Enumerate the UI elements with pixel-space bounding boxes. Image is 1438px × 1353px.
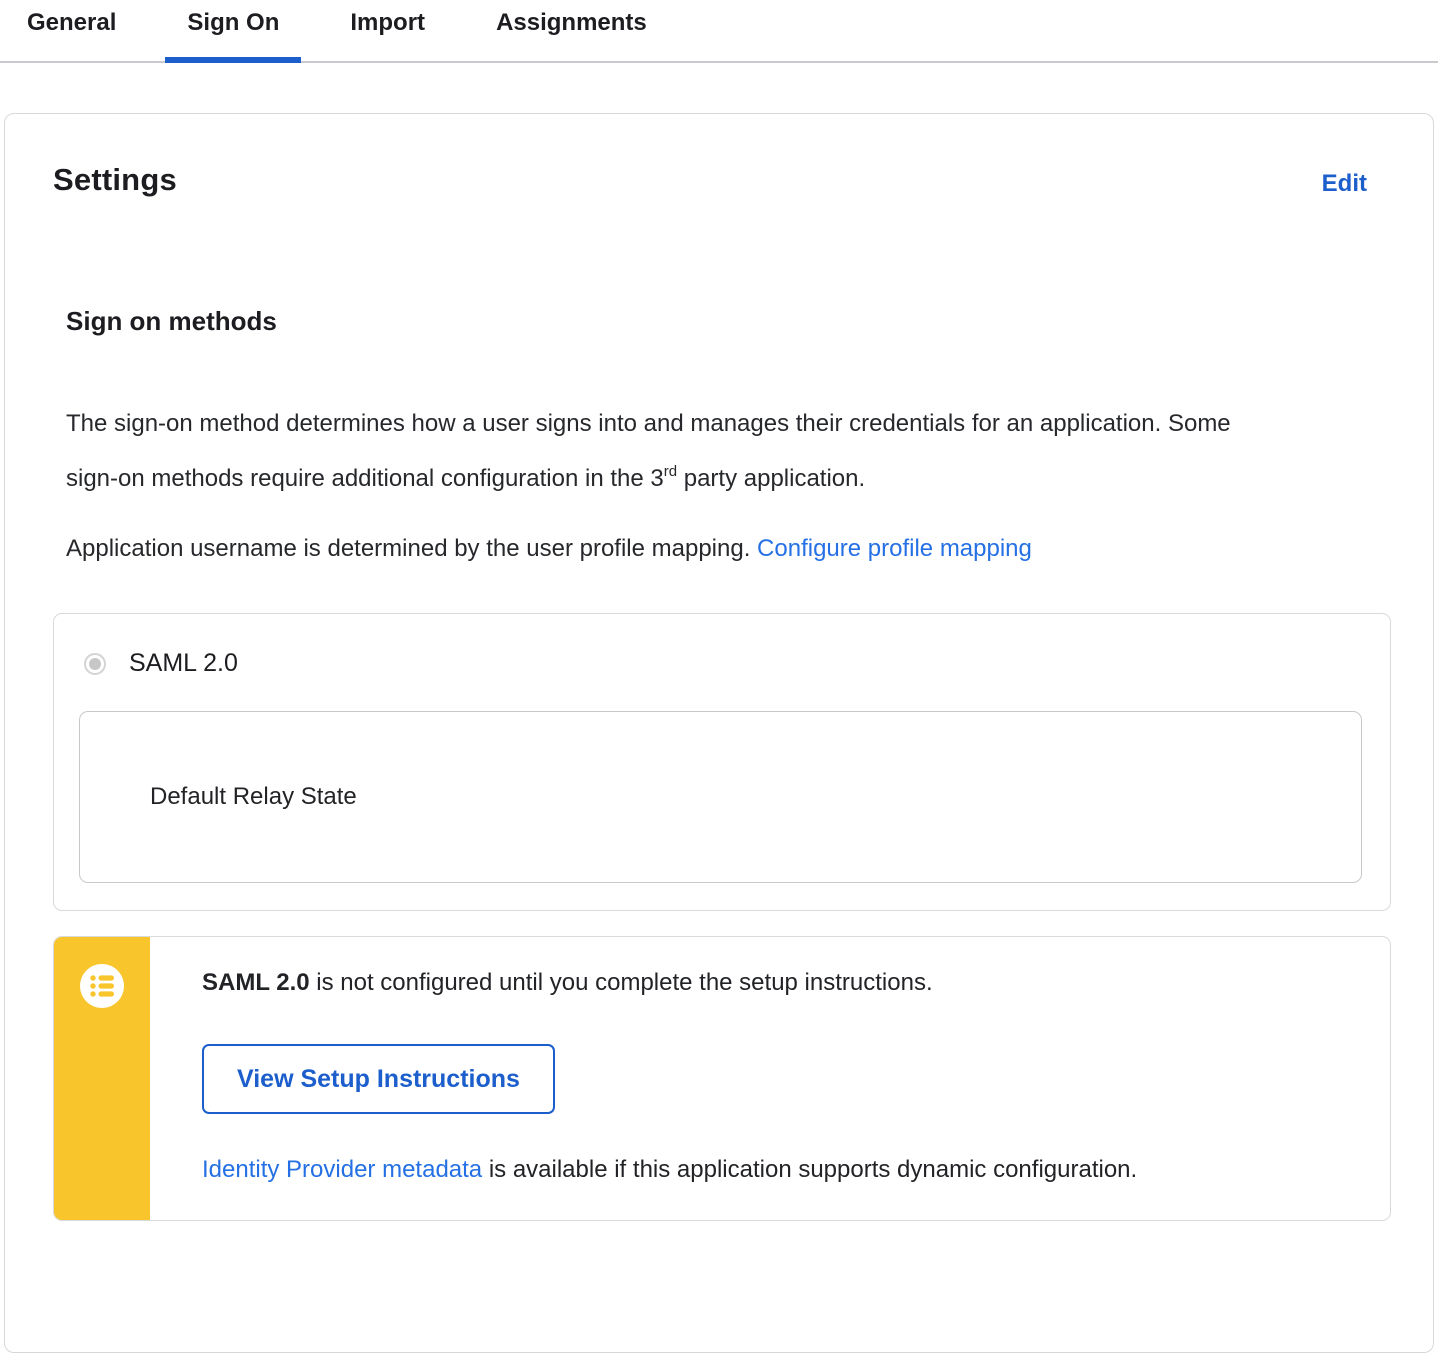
ordinal-superscript: rd [663,463,678,480]
tab-general[interactable]: General [5,0,138,61]
warning-message: SAML 2.0 is not configured until you com… [202,969,1137,997]
identity-provider-metadata-link[interactable]: Identity Provider metadata [202,1156,482,1183]
bulleted-list-icon [80,964,124,1008]
saml-warning-banner: SAML 2.0 is not configured until you com… [53,936,1391,1221]
configure-profile-mapping-link[interactable]: Configure profile mapping [757,535,1032,562]
saml-radio-label: SAML 2.0 [129,649,238,677]
warning-message-rest: is not configured until you complete the… [309,969,933,996]
saml-radio-button[interactable] [84,652,106,675]
saml-option-box: SAML 2.0 Default Relay State [53,613,1391,911]
tab-sign-on[interactable]: Sign On [165,0,302,63]
edit-link[interactable]: Edit [1322,170,1367,198]
section-title: Sign on methods [66,306,277,336]
view-setup-instructions-button[interactable]: View Setup Instructions [202,1044,555,1114]
description-text: The sign-on method determines how a user… [66,410,1231,492]
warning-accent-strip [54,937,150,1220]
metadata-note-rest: is available if this application support… [482,1156,1138,1183]
tab-import[interactable]: Import [328,0,447,61]
default-relay-state-label: Default Relay State [150,783,357,810]
default-relay-state-box: Default Relay State [79,711,1362,883]
tab-assignments[interactable]: Assignments [474,0,669,61]
settings-card: Settings Edit Sign on methods The sign-o… [4,113,1434,1353]
warning-message-bold: SAML 2.0 [202,969,310,996]
settings-card-header: Settings Edit [53,162,1391,198]
username-note: Application username is determined by th… [66,524,1326,573]
app-tab-bar: General Sign On Import Assignments [0,0,1438,63]
description-text-tail: party application. [677,465,866,492]
sign-on-method-description: The sign-on method determines how a user… [66,399,1236,503]
sign-on-methods-section: Sign on methods The sign-on method deter… [66,306,1391,573]
username-note-text: Application username is determined by th… [66,535,758,562]
page-title: Settings [53,162,177,197]
warning-content: SAML 2.0 is not configured until you com… [150,937,1157,1220]
saml-radio-row: SAML 2.0 [84,649,1362,678]
metadata-note: Identity Provider metadata is available … [202,1156,1137,1184]
